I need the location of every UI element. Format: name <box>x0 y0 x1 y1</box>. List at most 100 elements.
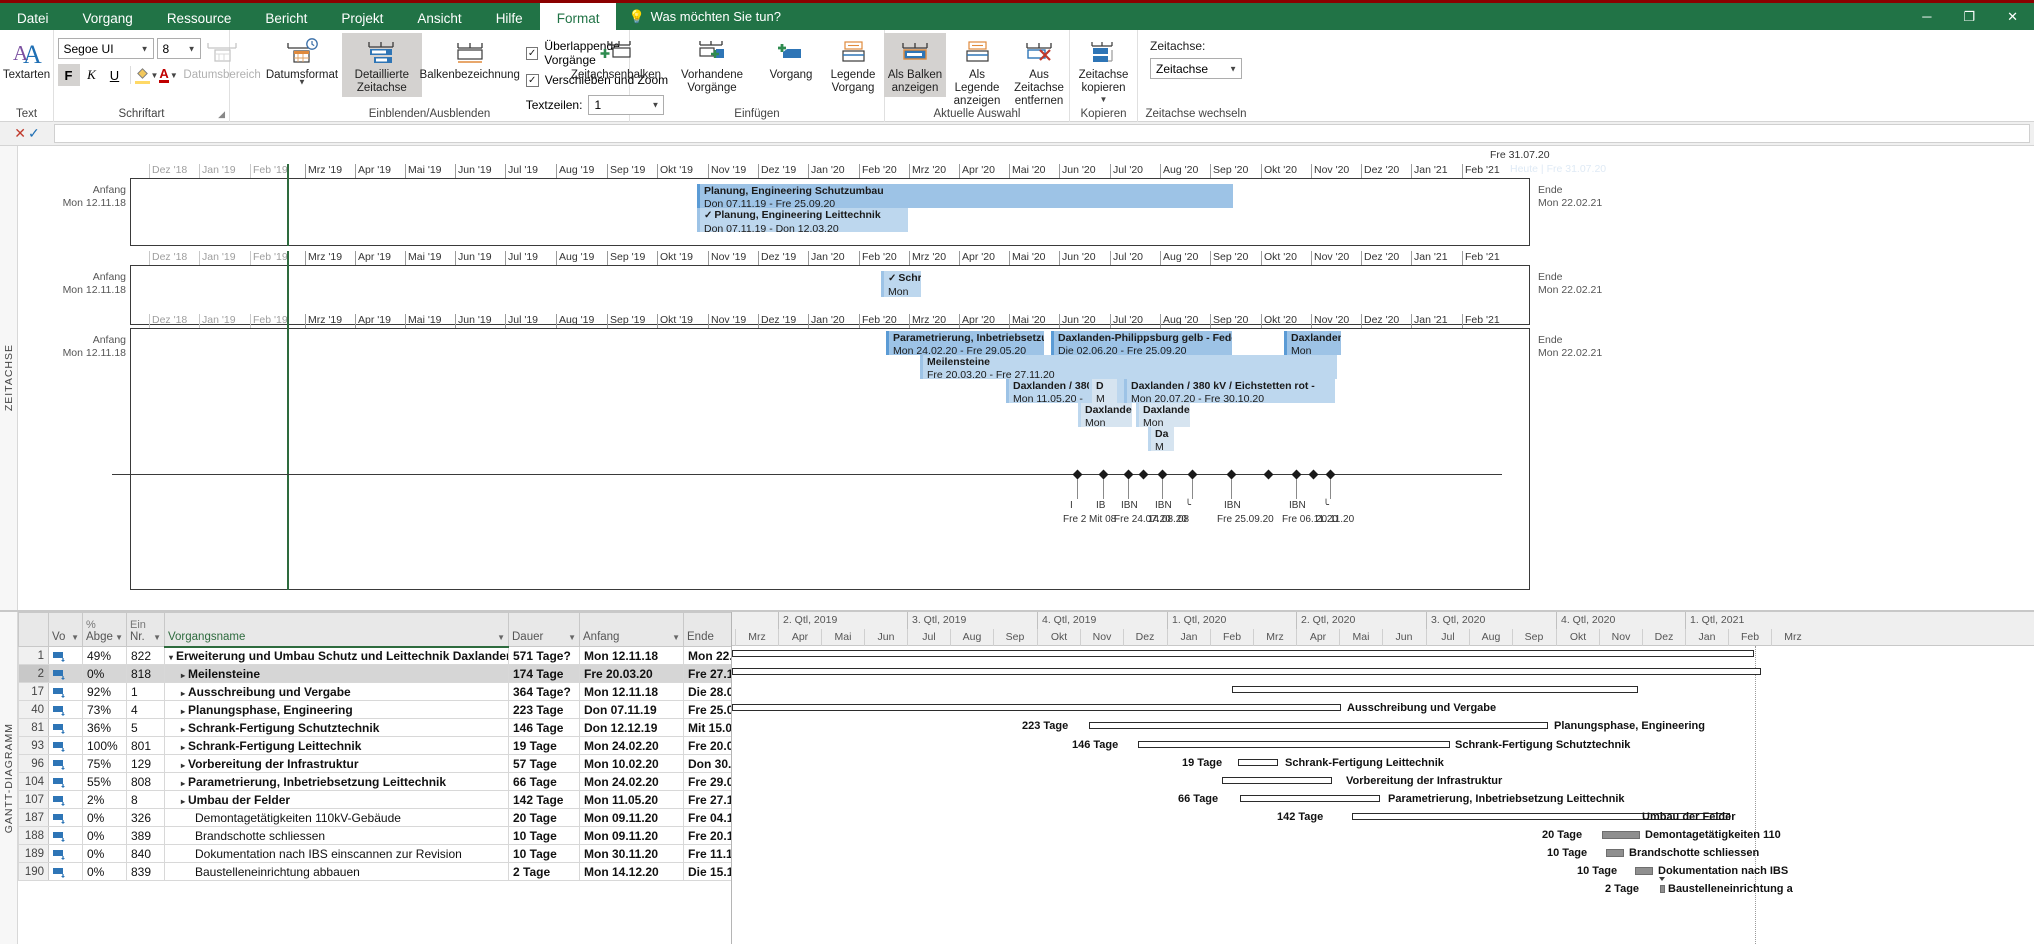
dialog-launcher-icon[interactable]: ◢ <box>218 109 225 120</box>
gantt-summary-bar[interactable] <box>1238 759 1278 766</box>
row-finish-date[interactable]: Die 28.04.20 <box>684 683 733 701</box>
vorhandene-vorgaenge-button[interactable]: Vorhandene Vorgänge <box>664 33 760 97</box>
ribbon-tab-bericht[interactable]: Bericht <box>248 3 324 33</box>
row-task-mode[interactable] <box>49 827 83 845</box>
minimize-button[interactable]: ─ <box>1906 9 1947 24</box>
row-task-mode[interactable] <box>49 809 83 827</box>
zeitachse-kopieren-button[interactable]: Zeitachse kopieren ▼ <box>1073 33 1135 107</box>
tell-me-box[interactable]: 💡 Was möchten Sie tun? <box>616 3 793 30</box>
row-percent-complete[interactable]: 2% <box>83 791 127 809</box>
zeitachsenbalken-button[interactable]: Zeitachsenbalken <box>568 33 664 84</box>
row-unique-id[interactable]: 818 <box>127 665 165 683</box>
row-unique-id[interactable]: 326 <box>127 809 165 827</box>
gantt-chart-body[interactable]: Ausschreibung und VergabePlanungsphase, … <box>732 646 2034 944</box>
filter-icon[interactable]: ▼ <box>497 633 505 642</box>
row-finish-date[interactable]: Fre 20.03.20 <box>684 737 733 755</box>
gantt-summary-bar[interactable] <box>1232 686 1638 693</box>
expand-triangle-icon[interactable]: ▸ <box>181 671 185 680</box>
row-id[interactable]: 188 <box>19 827 49 845</box>
entry-input[interactable] <box>54 124 2030 143</box>
checkbox-icon[interactable]: ✓ <box>526 47 539 60</box>
confirm-check-icon[interactable]: ✓ <box>28 125 40 142</box>
timeline-bar[interactable]: DaxlandenMon <box>1136 403 1190 427</box>
bold-button[interactable]: F <box>58 64 80 86</box>
table-row[interactable]: 1072%8▸Umbau der Felder142 TageMon 11.05… <box>19 791 733 809</box>
row-unique-id[interactable]: 839 <box>127 863 165 881</box>
row-task-name[interactable]: Demontagetätigkeiten 110kV-Gebäude <box>165 809 509 827</box>
col-header-ende[interactable]: Ende▼ <box>684 613 733 647</box>
table-row[interactable]: 20%818▸Meilensteine174 TageFre 20.03.20F… <box>19 665 733 683</box>
gantt-task-bar[interactable] <box>1602 831 1640 839</box>
row-finish-date[interactable]: Fre 27.11.20 <box>684 791 733 809</box>
table-row[interactable]: 4073%4▸Planungsphase, Engineering223 Tag… <box>19 701 733 719</box>
row-task-mode[interactable] <box>49 755 83 773</box>
row-task-name[interactable]: ▸Meilensteine <box>165 665 509 683</box>
row-id[interactable]: 107 <box>19 791 49 809</box>
legende-vorgang-button[interactable]: Legende Vorgang <box>822 33 884 97</box>
row-task-name[interactable]: ▸Ausschreibung und Vergabe <box>165 683 509 701</box>
ribbon-tab-vorgang[interactable]: Vorgang <box>66 3 150 33</box>
row-percent-complete[interactable]: 36% <box>83 719 127 737</box>
row-start-date[interactable]: Mon 12.11.18 <box>580 647 684 665</box>
table-row[interactable]: 149%822▾Erweiterung und Umbau Schutz und… <box>19 647 733 665</box>
col-header-mode[interactable]: Vo▼ <box>49 613 83 647</box>
expand-triangle-icon[interactable]: ▸ <box>181 689 185 698</box>
row-task-mode[interactable] <box>49 845 83 863</box>
filter-icon[interactable]: ▼ <box>153 633 161 642</box>
table-row[interactable]: 9675%129▸Vorbereitung der Infrastruktur5… <box>19 755 733 773</box>
row-id[interactable]: 93 <box>19 737 49 755</box>
row-finish-date[interactable]: Fre 04.12.20 <box>684 809 733 827</box>
row-task-name[interactable]: Brandschotte schliessen <box>165 827 509 845</box>
row-finish-date[interactable]: Don 30.04.20 <box>684 755 733 773</box>
row-unique-id[interactable]: 8 <box>127 791 165 809</box>
row-task-mode[interactable] <box>49 647 83 665</box>
expand-triangle-icon[interactable]: ▸ <box>181 797 185 806</box>
filter-icon[interactable]: ▼ <box>568 633 576 642</box>
gantt-task-bar[interactable] <box>1606 849 1624 857</box>
vorgang-button[interactable]: Vorgang <box>760 33 822 84</box>
row-id[interactable]: 96 <box>19 755 49 773</box>
gantt-summary-bar[interactable] <box>1138 741 1450 748</box>
gantt-summary-bar[interactable] <box>732 668 1761 675</box>
row-id[interactable]: 81 <box>19 719 49 737</box>
row-finish-date[interactable]: Mit 15.07.20 <box>684 719 733 737</box>
timeline-bar[interactable]: Daxlanden / 380Mon 11.05.20 - <box>1006 379 1137 403</box>
row-start-date[interactable]: Mon 30.11.20 <box>580 845 684 863</box>
row-duration[interactable]: 146 Tage <box>509 719 580 737</box>
zeitachse-switch-select[interactable]: Zeitachse ▼ <box>1150 58 1242 79</box>
row-start-date[interactable]: Fre 20.03.20 <box>580 665 684 683</box>
filter-icon[interactable]: ▼ <box>115 633 123 642</box>
row-duration[interactable]: 174 Tage <box>509 665 580 683</box>
row-task-mode[interactable] <box>49 863 83 881</box>
row-task-mode[interactable] <box>49 683 83 701</box>
detaillierte-zeitachse-button[interactable]: Detaillierte Zeitachse <box>342 33 422 97</box>
row-task-name[interactable]: ▸Vorbereitung der Infrastruktur <box>165 755 509 773</box>
row-duration[interactable]: 57 Tage <box>509 755 580 773</box>
expand-triangle-icon[interactable]: ▸ <box>181 761 185 770</box>
col-header-ein[interactable]: EinNr.▼ <box>127 613 165 647</box>
gantt-summary-bar[interactable] <box>1222 777 1332 784</box>
table-row[interactable]: 93100%801▸Schrank-Fertigung Leittechnik1… <box>19 737 733 755</box>
table-row[interactable]: 1890%840Dokumentation nach IBS einscanne… <box>19 845 733 863</box>
row-percent-complete[interactable]: 0% <box>83 863 127 881</box>
row-percent-complete[interactable]: 0% <box>83 827 127 845</box>
row-start-date[interactable]: Mon 24.02.20 <box>580 737 684 755</box>
row-unique-id[interactable]: 129 <box>127 755 165 773</box>
row-duration[interactable]: 223 Tage <box>509 701 580 719</box>
row-start-date[interactable]: Mon 12.11.18 <box>580 683 684 701</box>
row-duration[interactable]: 20 Tage <box>509 809 580 827</box>
row-unique-id[interactable]: 801 <box>127 737 165 755</box>
aus-zeitachse-entfernen-button[interactable]: Aus Zeitachse entfernen <box>1008 33 1070 111</box>
expand-triangle-icon[interactable]: ▸ <box>181 743 185 752</box>
row-task-name[interactable]: ▾Erweiterung und Umbau Schutz und Leitte… <box>165 647 509 665</box>
col-header-pct[interactable]: %Abge▼ <box>83 613 127 647</box>
ribbon-tab-format[interactable]: Format <box>540 3 617 33</box>
row-unique-id[interactable]: 4 <box>127 701 165 719</box>
row-finish-date[interactable]: Mon 22.02.21 <box>684 647 733 665</box>
als-legende-anzeigen-button[interactable]: Als Legende anzeigen <box>946 33 1008 111</box>
row-id[interactable]: 187 <box>19 809 49 827</box>
cancel-x-icon[interactable]: ✕ <box>14 125 26 142</box>
row-start-date[interactable]: Mon 09.11.20 <box>580 827 684 845</box>
gantt-summary-bar[interactable] <box>1240 795 1380 802</box>
row-start-date[interactable]: Mon 10.02.20 <box>580 755 684 773</box>
